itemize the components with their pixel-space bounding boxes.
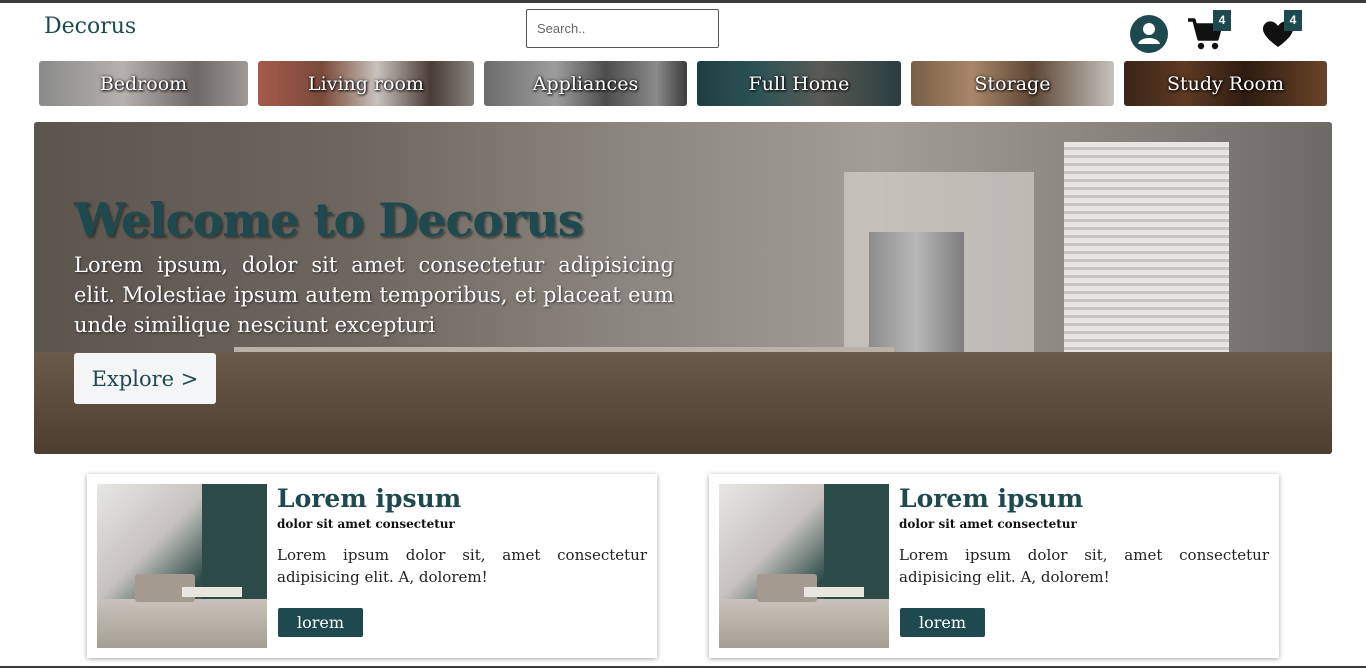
card-image-table: [804, 587, 864, 597]
card-image-floor: [97, 599, 267, 648]
wishlist-count-badge: 4: [1284, 10, 1302, 31]
card-description: Lorem ipsum dolor sit, amet consectetur …: [277, 546, 647, 586]
brand-logo[interactable]: Decorus: [44, 14, 136, 39]
account-button[interactable]: [1130, 15, 1168, 53]
card-image: [97, 484, 267, 648]
cart-count-badge: 4: [1213, 10, 1231, 31]
top-border: [0, 0, 1366, 3]
category-appliances[interactable]: Appliances: [484, 61, 687, 106]
card-image-floor: [719, 599, 889, 648]
category-label: Storage: [974, 72, 1051, 95]
hero-banner: Welcome to Decorus Lorem ipsum, dolor si…: [34, 122, 1332, 454]
hero-content: Welcome to Decorus Lorem ipsum, dolor si…: [74, 192, 674, 340]
search-input[interactable]: [526, 9, 719, 48]
category-label: Study Room: [1166, 72, 1285, 95]
category-living-room[interactable]: Living room: [258, 61, 474, 106]
card-title: Lorem ipsum: [277, 484, 462, 513]
card-description: Lorem ipsum dolor sit, amet consectetur …: [899, 546, 1269, 586]
card-image-wall: [202, 484, 267, 604]
hero-title: Welcome to Decorus: [74, 193, 584, 247]
hero-image-floor: [34, 352, 1332, 454]
card-subtitle: dolor sit amet consectetur: [277, 517, 455, 531]
card-image-table: [182, 587, 242, 597]
category-label: Living room: [308, 72, 424, 95]
card-image-wall: [824, 484, 889, 604]
hero-description: Lorem ipsum, dolor sit amet consectetur …: [74, 253, 674, 337]
feature-card: Lorem ipsum dolor sit amet consectetur L…: [87, 474, 657, 658]
feature-card: Lorem ipsum dolor sit amet consectetur L…: [709, 474, 1279, 658]
category-bedroom[interactable]: Bedroom: [39, 61, 248, 106]
category-label: Bedroom: [99, 72, 188, 95]
category-label: Appliances: [532, 72, 639, 95]
explore-button[interactable]: Explore >: [74, 353, 216, 404]
card-button[interactable]: lorem: [278, 608, 363, 637]
card-button[interactable]: lorem: [900, 608, 985, 637]
category-label: Full Home: [748, 72, 850, 95]
card-image: [719, 484, 889, 648]
category-storage[interactable]: Storage: [911, 61, 1114, 106]
user-icon: [1130, 15, 1168, 53]
category-full-home[interactable]: Full Home: [697, 61, 901, 106]
card-subtitle: dolor sit amet consectetur: [899, 517, 1077, 531]
card-title: Lorem ipsum: [899, 484, 1084, 513]
category-study-room[interactable]: Study Room: [1124, 61, 1327, 106]
